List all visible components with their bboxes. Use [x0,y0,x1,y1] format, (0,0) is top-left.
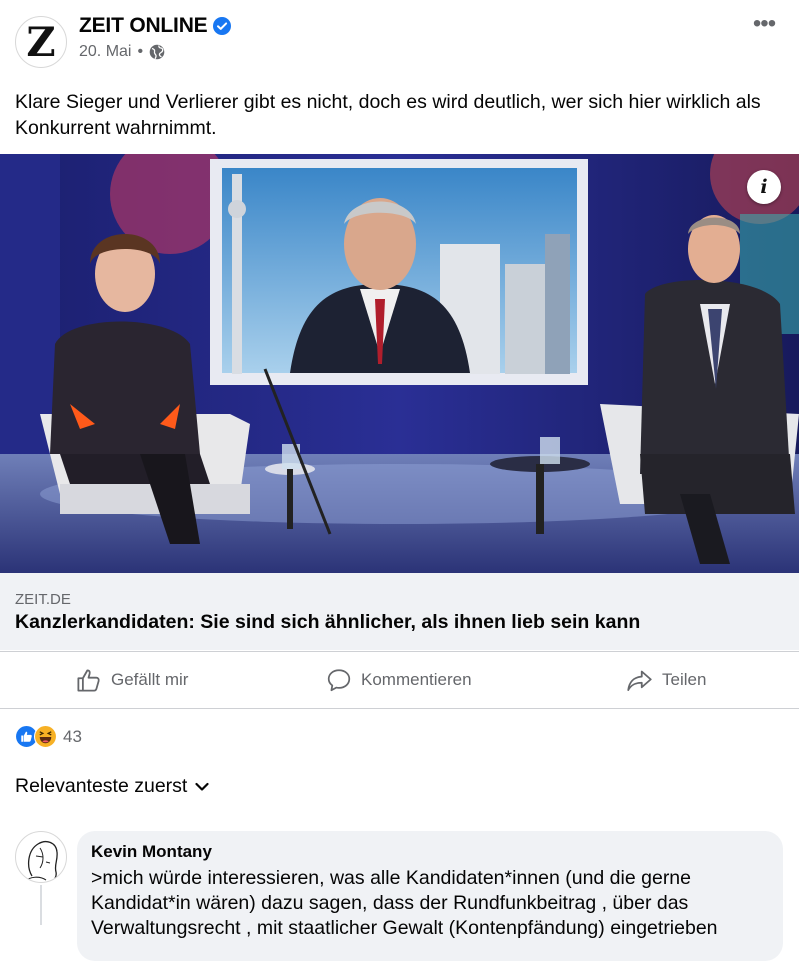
post-photo[interactable]: i [0,154,799,573]
post-meta: 20. Mai • [79,43,165,61]
comment-author[interactable]: Kevin Montany [91,842,212,862]
link-domain: ZEIT.DE [15,591,71,608]
like-label: Gefällt mir [111,670,189,689]
reactions-summary[interactable]: 43 [15,725,82,748]
comment-bubble-icon [327,669,351,692]
sketch-portrait-image [23,841,58,882]
avatar-letter: Z [26,18,56,66]
more-options-icon[interactable]: ••• [750,12,778,38]
thumbs-up-icon [77,668,100,692]
info-button[interactable]: i [747,170,781,204]
meta-separator: • [137,43,144,60]
share-label: Teilen [662,670,707,689]
comment-bubble: Kevin Montany >mich würde interessieren,… [77,831,783,961]
post-date[interactable]: 20. Mai [79,43,131,61]
thread-line [40,885,42,925]
share-arrow-icon [627,670,652,691]
info-icon: i [760,176,768,198]
comment-button[interactable]: Kommentieren [326,652,472,708]
link-title[interactable]: Kanzlerkandidaten: Sie sind sich ähnlich… [15,611,640,634]
sort-label: Relevanteste zuerst [15,775,188,797]
chevron-down-icon [195,782,209,791]
comment-label: Kommentieren [361,670,472,689]
like-button[interactable]: Gefällt mir [75,652,188,708]
post-header: Z ZEIT ONLINE 20. Mai • ••• [0,0,799,80]
studio-scene-image [0,154,799,573]
page-avatar[interactable]: Z [15,16,67,68]
post-text: Klare Sieger und Verlierer gibt es nicht… [15,91,761,139]
link-preview[interactable]: ZEIT.DE Kanzlerkandidaten: Sie sind sich… [0,573,799,650]
commenter-avatar[interactable] [15,831,67,883]
share-button[interactable]: Teilen [626,652,706,708]
haha-reaction-icon [34,725,57,748]
action-bar: Gefällt mir Kommentieren Teilen [0,651,799,709]
comment-sort-dropdown[interactable]: Relevanteste zuerst [15,775,209,798]
reaction-count: 43 [63,726,82,746]
globe-icon [149,44,165,60]
comment-text: >mich würde interessieren, was alle Kand… [91,867,718,939]
verified-badge-icon [213,17,232,35]
page-name[interactable]: ZEIT ONLINE [79,14,208,38]
page-name-row: ZEIT ONLINE [79,14,232,38]
